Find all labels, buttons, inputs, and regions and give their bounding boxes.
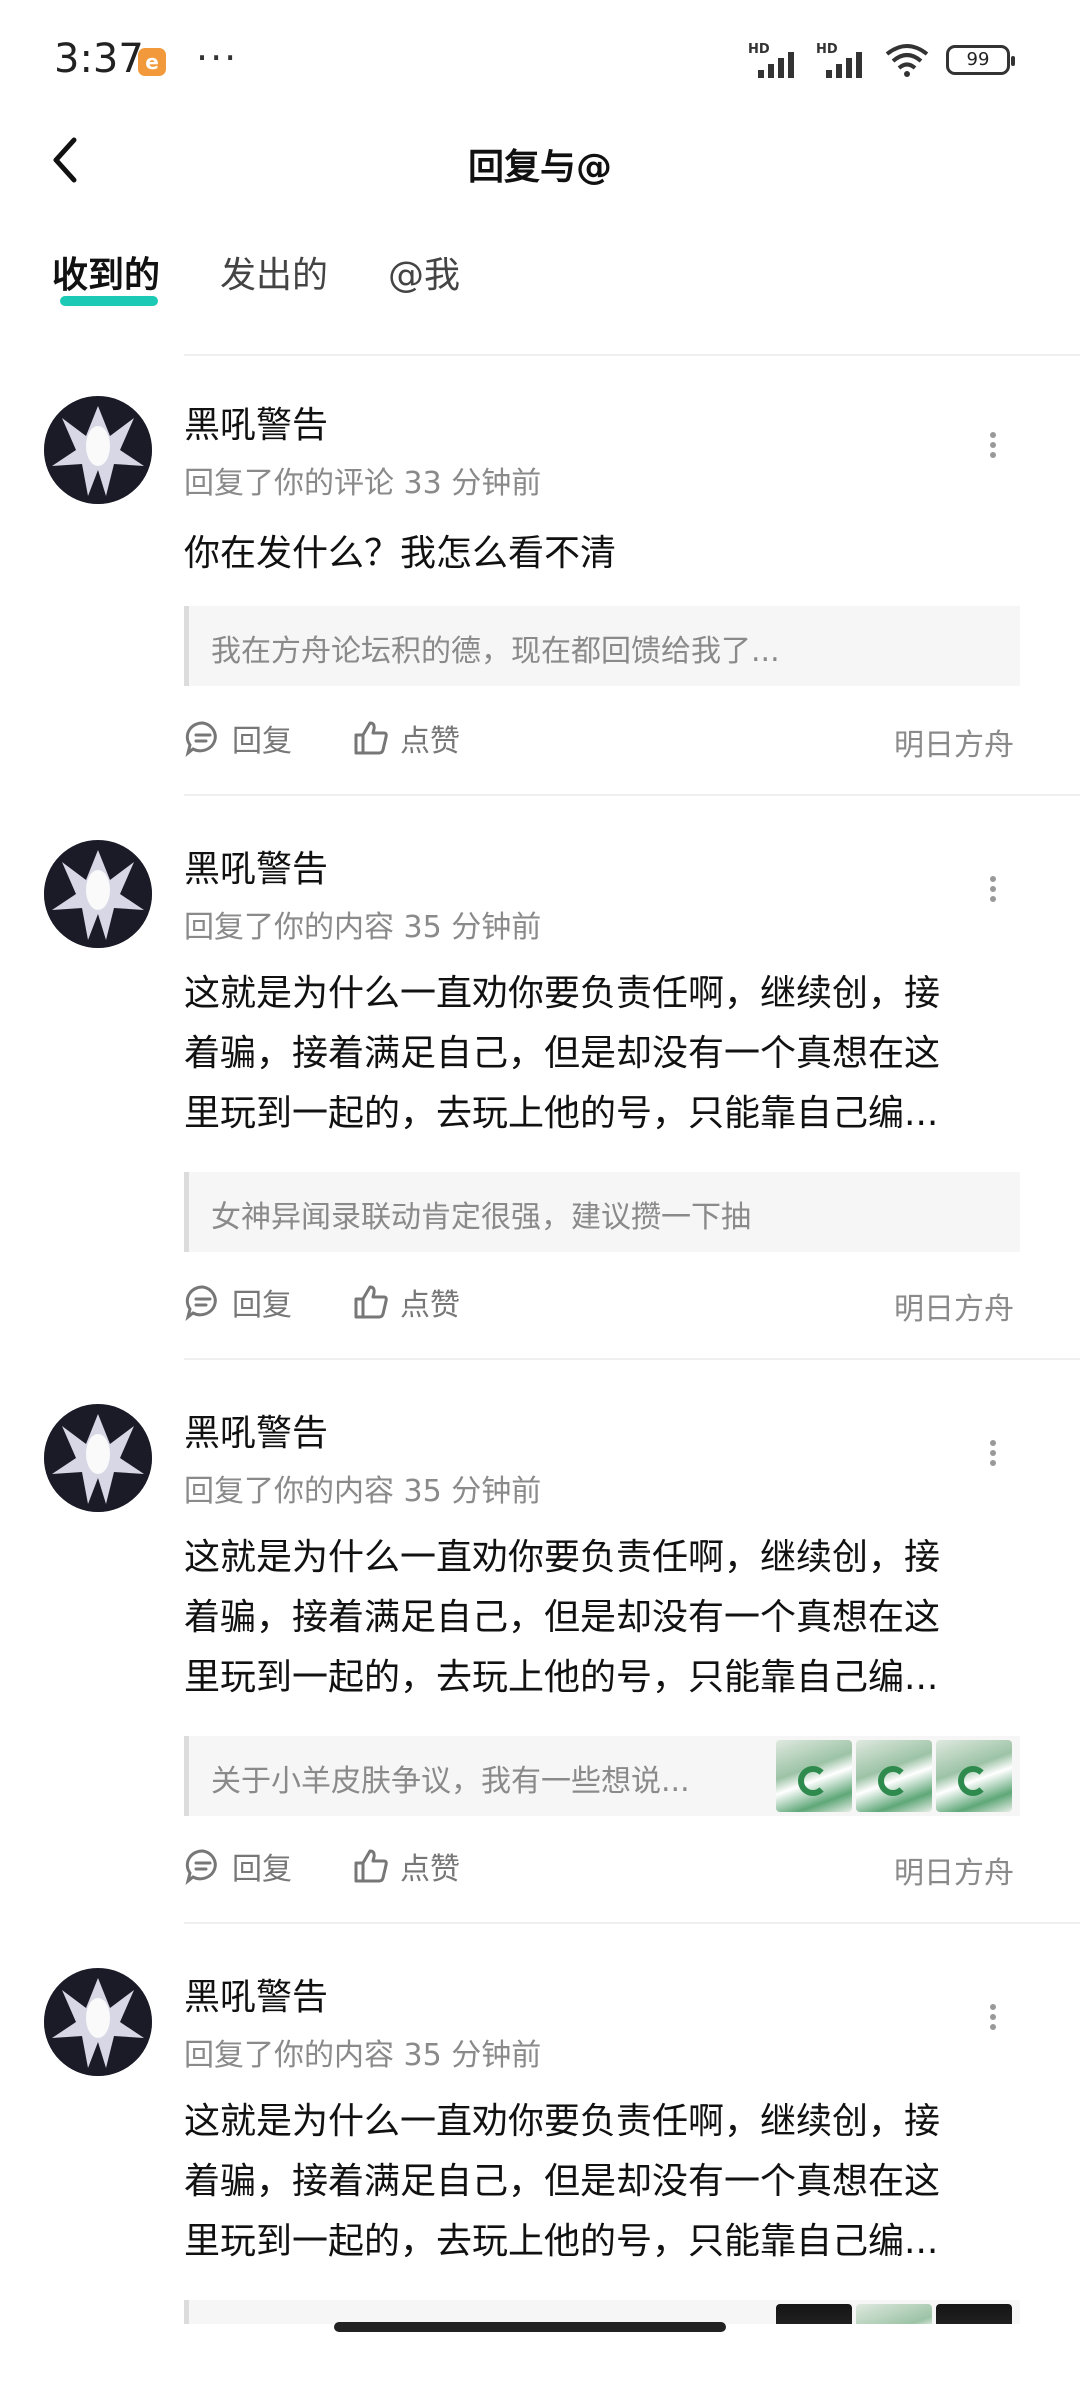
list-item[interactable]: 黑吼警告 回复了你的评论 33 分钟前 你在发什么？我怎么看不清 我在方舟论坛积… [0, 356, 1080, 796]
quoted-post-text: 女神异闻录联动肯定很强，建议攒一下抽 [211, 1200, 751, 1235]
action-bar: 回复 点赞 明日方舟 [184, 716, 1020, 766]
reply-meta: 回复了你的内容 35 分钟前 [184, 910, 542, 945]
avatar[interactable] [44, 840, 152, 948]
list-item[interactable]: 黑吼警告 回复了你的内容 35 分钟前 这就是为什么一直劝你要负责任啊，继续创，… [0, 1924, 1080, 2364]
thumbnail-image [936, 2304, 1012, 2324]
thumbs-up-icon [354, 1849, 388, 1883]
comment-icon [185, 721, 217, 757]
list-item[interactable]: 黑吼警告 回复了你的内容 35 分钟前 这就是为什么一直劝你要负责任啊，继续创，… [0, 796, 1080, 1360]
tab-sent[interactable]: 发出的 [220, 246, 328, 298]
signal-icon: HD [748, 42, 800, 78]
source-game-label[interactable]: 明日方舟 [894, 1848, 1014, 1892]
thumbnail-image [776, 1740, 852, 1812]
reply-content[interactable]: 这就是为什么一直劝你要负责任啊，继续创，接 着骗，接着满足自己，但是却没有一个真… [184, 2092, 1020, 2272]
like-button[interactable]: 点赞 [352, 1844, 460, 1888]
signal-icon: HD [816, 42, 868, 78]
reply-meta: 回复了你的内容 35 分钟前 [184, 2038, 542, 2073]
comment-icon [185, 1285, 217, 1321]
quoted-post[interactable]: 关于小羊皮肤争议，我有一些想说... [184, 1736, 1020, 1816]
more-notifications-icon: ··· [196, 36, 239, 80]
status-time: 3:37 [54, 36, 144, 82]
quoted-post[interactable]: 女神异闻录联动肯定很强，建议攒一下抽 [184, 1172, 1020, 1252]
quoted-post[interactable]: 我在方舟论坛积的德，现在都回馈给我了... [184, 606, 1020, 686]
more-options-icon[interactable] [978, 1436, 1008, 1476]
tab-mentions[interactable]: @我 [388, 246, 460, 298]
username[interactable]: 黑吼警告 [184, 1404, 328, 1456]
reply-content[interactable]: 你在发什么？我怎么看不清 [184, 524, 1020, 584]
status-bar: 3:37 e ··· HD HD 99 [0, 0, 1080, 120]
like-button[interactable]: 点赞 [352, 1280, 460, 1324]
quoted-post-thumbnails [776, 2304, 1012, 2324]
action-bar: 回复 点赞 明日方舟 [184, 1844, 1020, 1894]
avatar[interactable] [44, 396, 152, 504]
reply-meta: 回复了你的评论 33 分钟前 [184, 466, 542, 501]
tab-bar: 收到的 发出的 @我 [0, 246, 1080, 316]
username[interactable]: 黑吼警告 [184, 396, 328, 448]
thumbnail-image [856, 1740, 932, 1812]
more-options-icon[interactable] [978, 872, 1008, 912]
reply-button[interactable]: 回复 [184, 1844, 292, 1888]
quoted-post-text: 我在方舟论坛积的德，现在都回馈给我了... [211, 634, 780, 669]
header: 回复与@ [0, 110, 1080, 210]
thumbnail-image [856, 2304, 932, 2324]
like-button[interactable]: 点赞 [352, 716, 460, 760]
quoted-post-text: 关于小羊皮肤争议，我有一些想说... [211, 1764, 690, 1799]
wifi-icon [885, 44, 929, 77]
action-bar: 回复 点赞 明日方舟 [184, 1280, 1020, 1330]
reply-content[interactable]: 这就是为什么一直劝你要负责任啊，继续创，接 着骗，接着满足自己，但是却没有一个真… [184, 1528, 1020, 1708]
quoted-post[interactable] [184, 2300, 1020, 2324]
source-game-label[interactable]: 明日方舟 [894, 1284, 1014, 1328]
list-item[interactable]: 黑吼警告 回复了你的内容 35 分钟前 这就是为什么一直劝你要负责任啊，继续创，… [0, 1360, 1080, 1924]
username[interactable]: 黑吼警告 [184, 840, 328, 892]
thumbs-up-icon [354, 1285, 388, 1319]
thumbnail-image [776, 2304, 852, 2324]
more-options-icon[interactable] [978, 428, 1008, 468]
battery-icon: 99 [946, 45, 1015, 75]
thumbs-up-icon [354, 721, 388, 755]
source-game-label[interactable]: 明日方舟 [894, 720, 1014, 764]
page-title: 回复与@ [467, 147, 612, 188]
tab-received[interactable]: 收到的 [52, 246, 160, 298]
reply-content[interactable]: 这就是为什么一直劝你要负责任啊，继续创，接 着骗，接着满足自己，但是却没有一个真… [184, 964, 1020, 1144]
avatar[interactable] [44, 1404, 152, 1512]
reply-button[interactable]: 回复 [184, 1280, 292, 1324]
quoted-post-thumbnails [776, 1740, 1012, 1812]
reply-button[interactable]: 回复 [184, 716, 292, 760]
comment-icon [185, 1849, 217, 1885]
home-indicator[interactable] [334, 2322, 726, 2332]
username[interactable]: 黑吼警告 [184, 1968, 328, 2020]
avatar[interactable] [44, 1968, 152, 2076]
thumbnail-image [936, 1740, 1012, 1812]
more-options-icon[interactable] [978, 2000, 1008, 2040]
reply-meta: 回复了你的内容 35 分钟前 [184, 1474, 542, 1509]
app-notification-icon: e [138, 48, 166, 76]
